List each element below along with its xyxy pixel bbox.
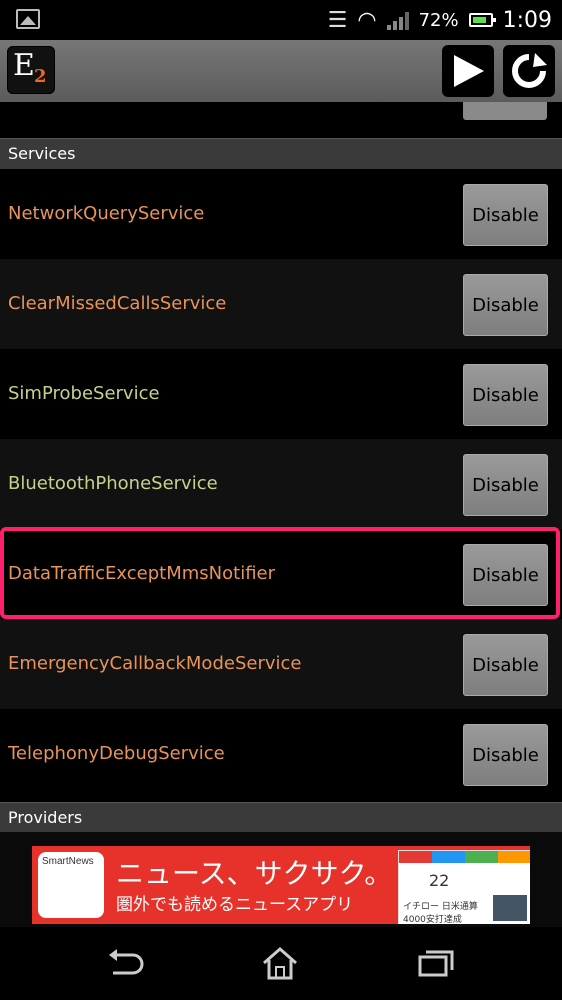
home-icon <box>263 947 297 980</box>
ad-phone-news: イチロー 日米通算 4000安打達成 <box>403 902 478 924</box>
ad-logo: SmartNews <box>38 852 104 918</box>
logo-letter: E <box>13 48 35 83</box>
battery-percent: 72% <box>418 9 459 31</box>
back-icon <box>109 949 144 975</box>
service-name: TelephonyDebugService <box>8 743 225 764</box>
disable-button[interactable]: Disable <box>463 544 548 606</box>
refresh-icon <box>512 53 547 88</box>
service-name: ClearMissedCallsService <box>8 293 227 314</box>
disable-button[interactable]: Disable <box>463 184 548 246</box>
recent-apps-icon <box>418 950 454 977</box>
ad-banner[interactable]: SmartNews ニュース、サクサク。 圏外でも読めるニュースアプリ 22 イ… <box>32 846 530 924</box>
ad-brand: SmartNews <box>42 856 94 867</box>
service-name: BluetoothPhoneService <box>8 473 218 494</box>
disable-button[interactable]: Disable <box>463 454 548 516</box>
disable-button[interactable]: Disable <box>463 274 548 336</box>
section-header-services: Services <box>0 138 562 169</box>
ad-subline: 圏外でも読めるニュースアプリ <box>116 895 354 915</box>
signal-icon <box>386 10 409 30</box>
recent-apps-button[interactable] <box>416 945 456 981</box>
service-name: SimProbeService <box>8 383 160 404</box>
ad-phone-image: 22 イチロー 日米通算 4000安打達成 <box>398 850 530 924</box>
action-bar: E 2 <box>0 40 562 103</box>
disable-button[interactable]: Disable <box>463 364 548 426</box>
list-item[interactable]: BluetoothPhoneService Disable <box>0 439 562 529</box>
battery-icon <box>468 13 496 27</box>
component-list[interactable]: Services NetworkQueryService Disable Cle… <box>0 102 562 799</box>
ad-area: SmartNews ニュース、サクサク。 圏外でも読めるニュースアプリ 22 イ… <box>0 832 562 927</box>
ad-phone-thumbnail <box>493 895 527 921</box>
gallery-icon <box>16 9 40 29</box>
section-header-providers: Providers <box>0 802 562 833</box>
service-name: DataTrafficExceptMmsNotifier <box>8 563 276 584</box>
disable-button-partial[interactable] <box>463 102 547 120</box>
play-icon <box>454 55 484 87</box>
home-button[interactable] <box>260 945 300 981</box>
disable-button[interactable]: Disable <box>463 724 548 786</box>
list-item[interactable]: EmergencyCallbackModeService Disable <box>0 619 562 709</box>
list-item[interactable]: ClearMissedCallsService Disable <box>0 259 562 349</box>
ad-phone-day: 22 <box>429 871 450 890</box>
logo-subscript: 2 <box>34 66 47 87</box>
vibrate-icon: ☰ <box>327 7 348 33</box>
back-button[interactable] <box>105 945 145 981</box>
app-logo[interactable]: E 2 <box>7 46 55 94</box>
refresh-button[interactable] <box>503 45 555 97</box>
service-name: NetworkQueryService <box>8 203 205 224</box>
navigation-bar <box>0 927 562 1000</box>
clock: 1:09 <box>502 7 552 33</box>
ad-headline: ニュース、サクサク。 <box>116 857 393 890</box>
wifi-icon: ◠ <box>357 7 377 33</box>
disable-button[interactable]: Disable <box>463 634 548 696</box>
status-bar: ☰ ◠ 72% 1:09 <box>0 0 562 40</box>
ad-phone-tabs <box>399 851 530 863</box>
list-item-partial <box>0 102 562 138</box>
list-item[interactable]: NetworkQueryService Disable <box>0 169 562 259</box>
service-name: EmergencyCallbackModeService <box>8 653 302 674</box>
list-item[interactable]: DataTrafficExceptMmsNotifier Disable <box>0 529 562 619</box>
play-button[interactable] <box>442 45 494 97</box>
list-item[interactable]: TelephonyDebugService Disable <box>0 709 562 799</box>
list-item[interactable]: SimProbeService Disable <box>0 349 562 439</box>
